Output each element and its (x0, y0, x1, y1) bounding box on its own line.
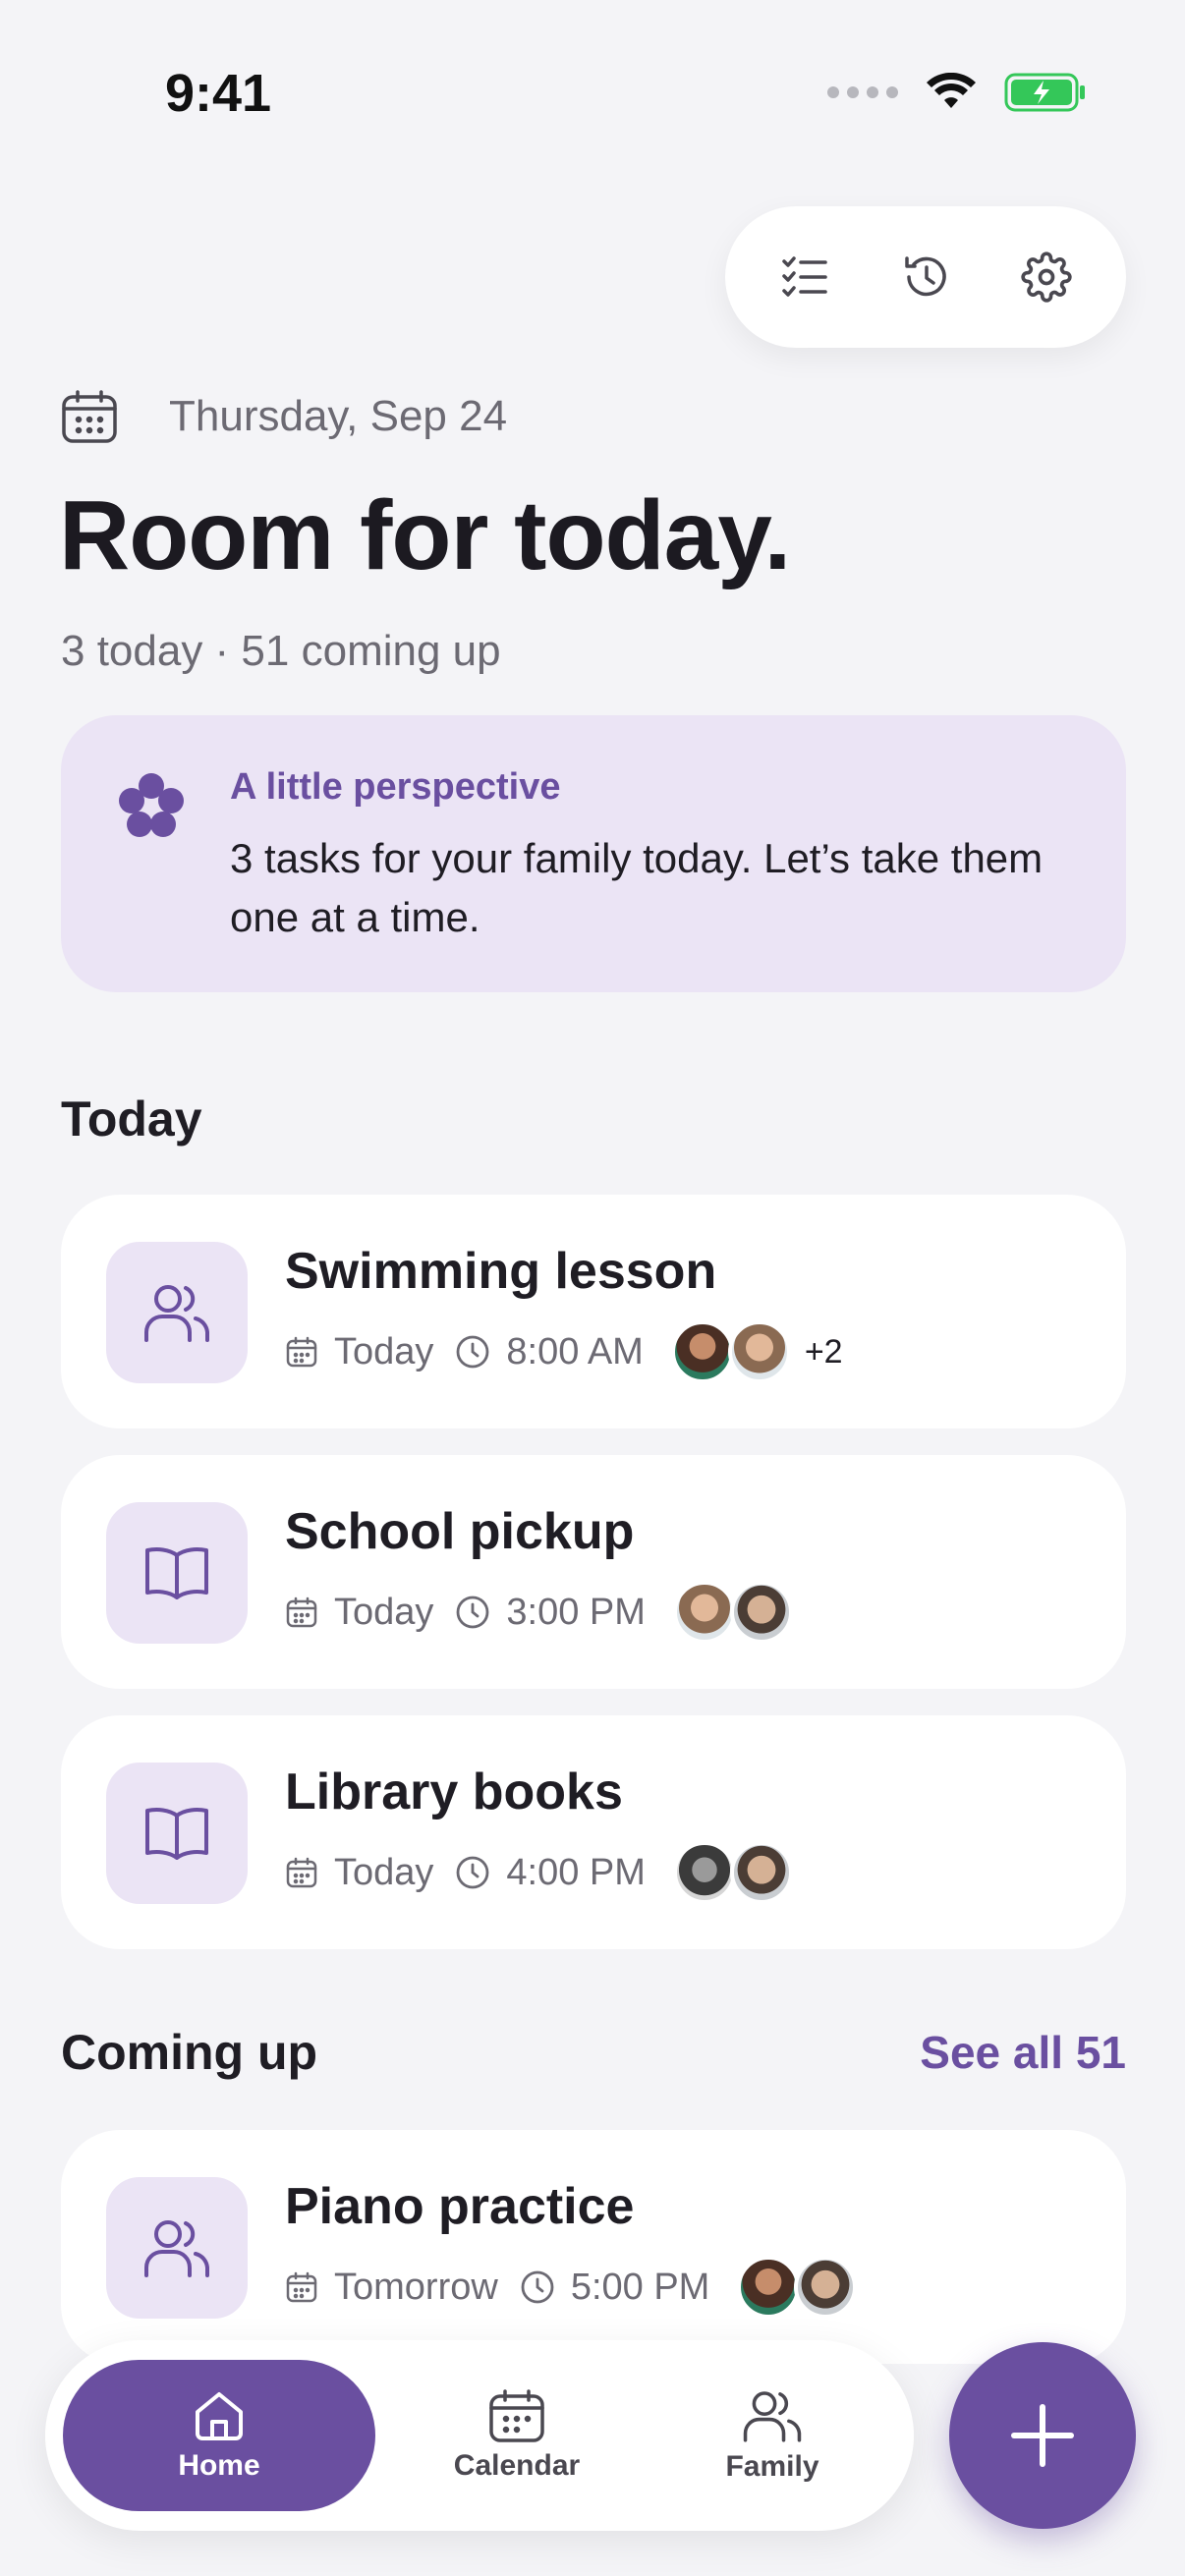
task-time: 4:00 PM (506, 1851, 646, 1893)
perspective-card: A little perspective 3 tasks for your fa… (61, 715, 1126, 992)
task-meta: Today 3:00 PM (285, 1577, 793, 1648)
task-day: Today (334, 1330, 434, 1372)
nav-home[interactable]: Home (63, 2360, 375, 2511)
task-category-tile (106, 2177, 248, 2319)
clock-icon (520, 2269, 555, 2305)
assignee-avatars (672, 1581, 793, 1644)
assignee-avatars (672, 1841, 793, 1904)
task-card[interactable]: Piano practice Tomorrow 5:00 PM (61, 2130, 1126, 2364)
avatar (729, 1841, 793, 1904)
date-row: Thursday, Sep 24 (61, 389, 507, 444)
task-title: School pickup (285, 1503, 635, 1560)
clock-icon (455, 1855, 490, 1890)
wifi-icon (927, 73, 976, 108)
task-card[interactable]: Swimming lesson Today 8:00 AM +2 (61, 1195, 1126, 1428)
book-icon (145, 1547, 208, 1599)
task-title: Library books (285, 1764, 623, 1820)
see-all-link[interactable]: See all 51 (920, 2026, 1126, 2079)
plus-icon (1011, 2404, 1074, 2467)
gear-icon (1021, 252, 1072, 303)
avatar (670, 1320, 734, 1383)
flower-icon (119, 773, 184, 837)
bottom-navigation: Home Calendar Family (45, 2340, 914, 2531)
task-title: Piano practice (285, 2178, 635, 2235)
avatar (794, 2256, 858, 2319)
avatar (737, 2256, 801, 2319)
nav-calendar[interactable]: Calendar (399, 2360, 635, 2511)
status-icons (827, 73, 1087, 112)
calendar-small-icon (285, 1596, 318, 1629)
people-icon (144, 2220, 209, 2277)
checklist-button[interactable] (756, 228, 854, 326)
section-title-today: Today (61, 1092, 202, 1147)
calendar-small-icon (285, 1856, 318, 1889)
people-icon (743, 2391, 802, 2442)
calendar-small-icon (285, 2270, 318, 2304)
calendar-small-icon (285, 1335, 318, 1369)
people-icon (144, 1285, 209, 1342)
extra-assignees-count: +2 (804, 1332, 843, 1371)
avatar (672, 1581, 736, 1644)
task-card[interactable]: School pickup Today 3:00 PM (61, 1455, 1126, 1689)
avatar (672, 1841, 736, 1904)
assignee-avatars (670, 1320, 791, 1383)
book-icon (145, 1808, 208, 1860)
page-title: Room for today. (59, 480, 791, 590)
status-time: 9:41 (165, 64, 272, 123)
task-time: 5:00 PM (570, 2266, 710, 2308)
task-time: 3:00 PM (506, 1591, 646, 1633)
clock-icon (455, 1595, 490, 1630)
calendar-icon (489, 2389, 544, 2442)
avatar (729, 1581, 793, 1644)
add-task-button[interactable] (949, 2342, 1136, 2529)
task-meta: Tomorrow 5:00 PM (285, 2252, 858, 2323)
checklist-icon (782, 256, 828, 297)
task-summary: 3 today · 51 coming up (61, 627, 501, 675)
task-day: Tomorrow (334, 2266, 498, 2308)
settings-button[interactable] (997, 228, 1096, 326)
cellular-signal-icon (827, 86, 898, 98)
task-meta: Today 4:00 PM (285, 1837, 793, 1908)
task-category-tile (106, 1502, 248, 1644)
task-card[interactable]: Library books Today 4:00 PM (61, 1715, 1126, 1949)
top-action-bar (725, 206, 1126, 348)
section-title-coming-up: Coming up (61, 2025, 318, 2080)
current-date: Thursday, Sep 24 (169, 392, 508, 440)
perspective-title: A little perspective (230, 766, 561, 808)
task-meta: Today 8:00 AM +2 (285, 1316, 843, 1387)
nav-family[interactable]: Family (654, 2360, 890, 2511)
avatar (727, 1320, 791, 1383)
clock-icon (455, 1334, 490, 1370)
history-button[interactable] (876, 228, 975, 326)
calendar-icon (62, 390, 117, 443)
battery-icon (1004, 73, 1085, 112)
task-time: 8:00 AM (506, 1330, 644, 1372)
home-icon (196, 2392, 243, 2440)
nav-family-label: Family (725, 2450, 819, 2483)
perspective-body: 3 tasks for your family today. Let’s tak… (230, 835, 1044, 940)
nav-home-label: Home (178, 2449, 260, 2482)
task-category-tile (106, 1763, 248, 1904)
task-day: Today (334, 1591, 434, 1633)
history-icon (905, 256, 946, 297)
task-day: Today (334, 1851, 434, 1893)
task-title: Swimming lesson (285, 1243, 717, 1300)
nav-calendar-label: Calendar (453, 2449, 581, 2482)
task-category-tile (106, 1242, 248, 1383)
assignee-avatars (737, 2256, 858, 2319)
